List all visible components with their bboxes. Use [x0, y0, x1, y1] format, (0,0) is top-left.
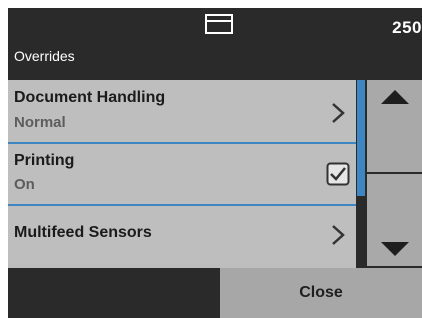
scroll-up-button[interactable]: [367, 80, 422, 172]
item-label: Multifeed Sensors: [14, 224, 152, 241]
list-item-multifeed-sensors[interactable]: Multifeed Sensors: [8, 206, 356, 264]
tray-icon: [205, 14, 233, 34]
page-title: Overrides: [14, 48, 75, 64]
item-label: Printing: [14, 152, 75, 169]
settings-list: Document Handling Normal Printing On Mul…: [8, 80, 356, 268]
checkbox-checked-icon[interactable]: [326, 162, 350, 186]
list-item-printing[interactable]: Printing On: [8, 144, 356, 204]
chevron-right-icon: [332, 225, 345, 245]
item-value: On: [14, 176, 35, 193]
screen: 250 Overrides Document Handling Normal P…: [8, 8, 422, 318]
item-value: Normal: [14, 114, 66, 131]
footer: Close: [8, 268, 422, 318]
page-count: 250: [392, 18, 422, 37]
item-label: Document Handling: [14, 89, 166, 106]
scrollbar-thumb[interactable]: [357, 80, 365, 196]
triangle-up-icon: [381, 90, 409, 104]
chevron-right-icon: [332, 103, 345, 123]
triangle-down-icon: [381, 242, 409, 256]
close-button[interactable]: Close: [220, 268, 422, 318]
header: 250 Overrides: [8, 8, 422, 80]
list-item-document-handling[interactable]: Document Handling Normal: [8, 80, 356, 142]
scroll-down-button[interactable]: [367, 174, 422, 266]
scrollbar-track: [357, 196, 365, 268]
